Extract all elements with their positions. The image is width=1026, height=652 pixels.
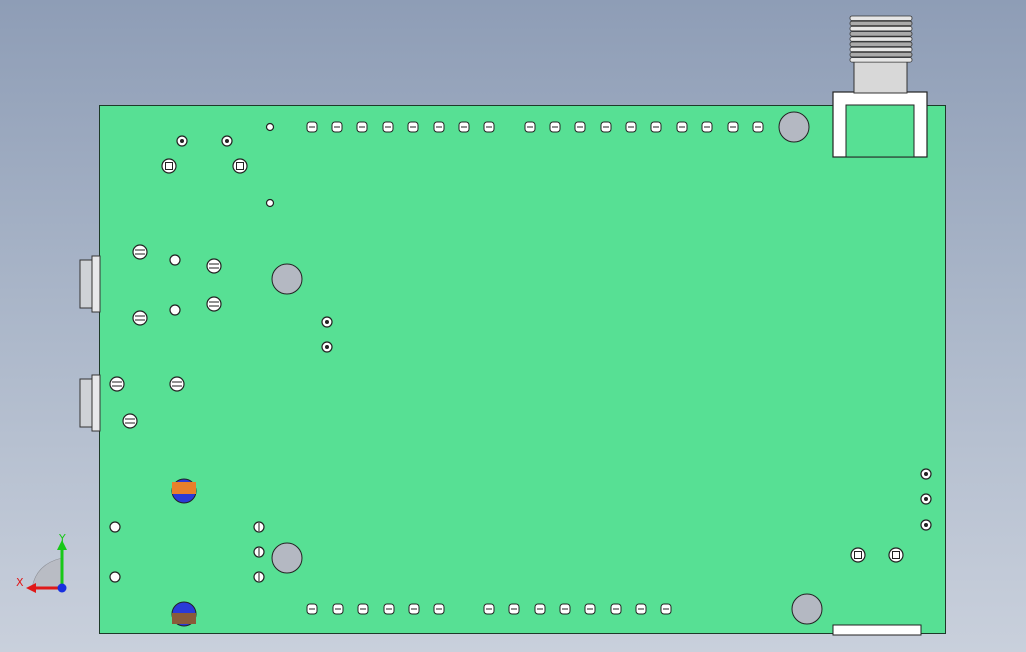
lead-pad: [206, 258, 222, 274]
sma-thread: [849, 20, 913, 27]
sma-thread: [849, 25, 913, 32]
capacitor-top: [172, 613, 196, 624]
sma-body: [853, 61, 908, 94]
sma-bracket-gap: [845, 104, 915, 158]
lead-pad: [122, 413, 138, 429]
axis-triad-graphic: Y X: [16, 532, 67, 593]
via-pad-inner: [924, 523, 928, 527]
via-pad-inner: [225, 139, 229, 143]
sma-thread: [849, 36, 913, 42]
z-axis-dot: [57, 583, 67, 593]
lead-pad: [132, 310, 148, 326]
mounting-hole: [791, 593, 823, 625]
bottom-connector: [832, 624, 922, 636]
sma-thread: [849, 31, 913, 37]
square-pad: [888, 547, 904, 563]
sma-thread: [849, 15, 913, 21]
mounting-hole: [271, 263, 303, 295]
mounting-hole: [778, 111, 810, 143]
audio-jack-flange: [91, 255, 101, 313]
lead-pad: [109, 376, 125, 392]
lead-pad: [206, 296, 222, 312]
pad: [169, 304, 181, 316]
via-pad-inner: [180, 139, 184, 143]
sma-thread: [849, 41, 913, 47]
y-axis-label: Y: [58, 532, 66, 545]
capacitor-top: [172, 482, 196, 494]
sma-thread: [849, 46, 913, 53]
via-pad-inner: [325, 320, 329, 324]
via-pad-inner: [924, 472, 928, 476]
x-axis-label: X: [16, 576, 24, 589]
lead-pad: [132, 244, 148, 260]
pad: [169, 254, 181, 266]
square-pad: [850, 547, 866, 563]
small-pad: [265, 198, 275, 208]
small-pad: [265, 122, 275, 132]
sma-thread: [849, 57, 913, 63]
audio-jack-flange: [91, 374, 101, 432]
via-pad-inner: [325, 345, 329, 349]
pad: [109, 571, 121, 583]
mounting-hole: [271, 542, 303, 574]
via-pad-inner: [924, 497, 928, 501]
cad-viewport[interactable]: Y X: [0, 0, 1026, 652]
sma-thread: [849, 52, 913, 58]
square-pad: [232, 158, 248, 174]
pad: [109, 521, 121, 533]
axis-triad: Y X: [14, 530, 74, 600]
pcb-scene: [79, 15, 932, 636]
lead-pad: [169, 376, 185, 392]
square-pad: [161, 158, 177, 174]
